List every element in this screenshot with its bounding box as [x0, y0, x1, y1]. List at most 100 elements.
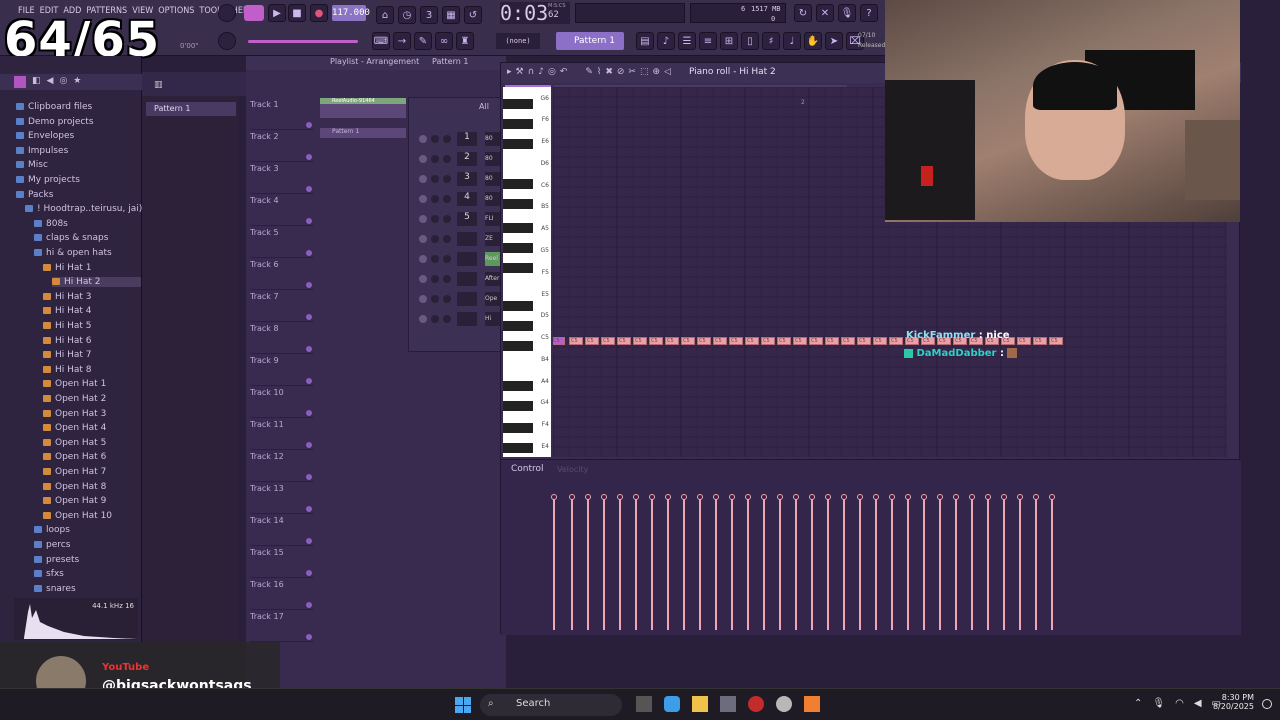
rack-channel[interactable]: Ope	[415, 292, 507, 308]
velocity-bar[interactable]	[731, 498, 733, 630]
browser-item[interactable]: Open Hat 5	[43, 438, 106, 448]
velocity-handle[interactable]	[697, 494, 703, 500]
file-explorer-icon[interactable]	[692, 696, 708, 712]
windows-start-icon[interactable]	[455, 697, 471, 713]
velocity-handle[interactable]	[921, 494, 927, 500]
velocity-handle[interactable]	[713, 494, 719, 500]
velocity-bar[interactable]	[699, 498, 701, 630]
microphone-tray-icon[interactable]: 🎙	[1152, 698, 1165, 709]
metronome-icon[interactable]: ⌂	[376, 6, 394, 24]
rack-all-filter[interactable]: All	[479, 102, 489, 111]
menu-arrow-icon[interactable]: ▸	[507, 67, 512, 79]
velocity-bar[interactable]	[827, 498, 829, 630]
track-mute-icon[interactable]	[306, 506, 312, 512]
wrench-icon[interactable]: ⚒	[516, 67, 524, 79]
velocity-handle[interactable]	[665, 494, 671, 500]
piano-keyboard[interactable]: G6 F6 E6 D6 C6 B5 A5 G5 F5 E5 D5 C5 B4 A4 G4 F4 E4	[503, 87, 551, 457]
mixer-track[interactable]: 5	[457, 212, 477, 226]
browser-item[interactable]: Hi Hat 4	[43, 306, 92, 316]
note[interactable]: C5	[825, 337, 839, 345]
velocity-handle[interactable]	[937, 494, 943, 500]
mixer-icon[interactable]: ≡	[699, 32, 717, 50]
velocity-bar[interactable]	[1035, 498, 1037, 630]
pan-knob[interactable]	[431, 315, 439, 323]
browser-item[interactable]: Open Hat 6	[43, 452, 106, 462]
browser-item[interactable]: Open Hat 1	[43, 379, 106, 389]
note[interactable]: C5	[761, 337, 775, 345]
velocity-bar[interactable]	[683, 498, 685, 630]
countdown-icon[interactable]: 3	[420, 6, 438, 24]
record-button[interactable]: ●	[310, 4, 328, 22]
help-icon[interactable]: ?	[860, 4, 878, 22]
channel-led-icon[interactable]	[419, 275, 427, 283]
playback-tool-icon[interactable]: ◁	[664, 67, 671, 79]
velocity-handle[interactable]	[825, 494, 831, 500]
note[interactable]: C5	[681, 337, 695, 345]
note[interactable]: C5	[697, 337, 711, 345]
refresh-icon[interactable]: ↻	[794, 4, 812, 22]
note[interactable]: C5	[841, 337, 855, 345]
track-header[interactable]: Track 12	[250, 452, 314, 482]
velocity-bar[interactable]	[875, 498, 877, 630]
pattern-selector[interactable]: Pattern 1	[556, 32, 624, 50]
browser-item[interactable]: Open Hat 4	[43, 423, 106, 433]
track-header[interactable]: Track 2	[250, 132, 314, 162]
wait-icon[interactable]: ◷	[398, 6, 416, 24]
velocity-handle[interactable]	[857, 494, 863, 500]
playlist-tool-icon[interactable]: ▥	[154, 80, 163, 90]
track-header[interactable]: Track 14	[250, 516, 314, 546]
note[interactable]: C5	[633, 337, 647, 345]
track-header[interactable]: Track 1	[250, 100, 314, 130]
pan-knob[interactable]	[431, 175, 439, 183]
browser-item[interactable]: Open Hat 3	[43, 409, 106, 419]
menu-options[interactable]: OPTIONS	[158, 6, 194, 16]
note[interactable]: C5	[649, 337, 663, 345]
taskbar-search[interactable]: ⌕ Search	[480, 694, 622, 716]
black-key[interactable]	[503, 199, 533, 209]
volume-knob[interactable]	[443, 275, 451, 283]
master-pitch-knob[interactable]	[218, 32, 236, 50]
pattern-song-toggle[interactable]	[244, 5, 264, 21]
tempo-display[interactable]: 117.000	[332, 5, 370, 21]
velocity-bar[interactable]	[747, 498, 749, 630]
pan-knob[interactable]	[431, 195, 439, 203]
velocity-handle[interactable]	[601, 494, 607, 500]
track-mute-icon[interactable]	[306, 154, 312, 160]
track-mute-icon[interactable]	[306, 122, 312, 128]
mixer-track[interactable]	[457, 232, 477, 246]
link-icon[interactable]: ∞	[435, 32, 453, 50]
draw-tool-icon[interactable]: ✎	[585, 67, 593, 79]
track-header[interactable]: Track 13	[250, 484, 314, 514]
rack-channel[interactable]: 2 80	[415, 152, 507, 168]
browser-item[interactable]: Open Hat 7	[43, 467, 106, 477]
track-mute-icon[interactable]	[306, 634, 312, 640]
browser-item[interactable]: Clipboard files	[16, 102, 92, 112]
velocity-bar[interactable]	[843, 498, 845, 630]
pattern-clip[interactable]: Pattern 1	[320, 128, 406, 138]
bird-icon[interactable]: ➤	[825, 32, 843, 50]
browser-item[interactable]: snares	[34, 584, 76, 594]
browser-item[interactable]: Demo projects	[16, 117, 94, 127]
channel-rack-icon[interactable]: ☰	[678, 32, 696, 50]
track-header[interactable]: Track 5	[250, 228, 314, 258]
velocity-handle[interactable]	[777, 494, 783, 500]
volume-knob[interactable]	[443, 295, 451, 303]
pan-knob[interactable]	[431, 275, 439, 283]
copilot-icon[interactable]	[664, 696, 680, 712]
volume-knob[interactable]	[443, 155, 451, 163]
microphone-icon[interactable]: 🎙	[838, 4, 856, 22]
track-mute-icon[interactable]	[306, 570, 312, 576]
track-header[interactable]: Track 11	[250, 420, 314, 450]
velocity-handle[interactable]	[1017, 494, 1023, 500]
velocity-handle[interactable]	[889, 494, 895, 500]
volume-knob[interactable]	[443, 175, 451, 183]
channel-led-icon[interactable]	[419, 175, 427, 183]
rack-channel[interactable]: Hi	[415, 312, 507, 328]
note[interactable]: C5	[777, 337, 791, 345]
loop-record-icon[interactable]: ↺	[464, 6, 482, 24]
browser-item[interactable]: Packs	[16, 190, 53, 200]
black-key[interactable]	[503, 263, 533, 273]
close-project-icon[interactable]: ✕	[816, 4, 834, 22]
velocity-bar[interactable]	[907, 498, 909, 630]
velocity-bar[interactable]	[667, 498, 669, 630]
